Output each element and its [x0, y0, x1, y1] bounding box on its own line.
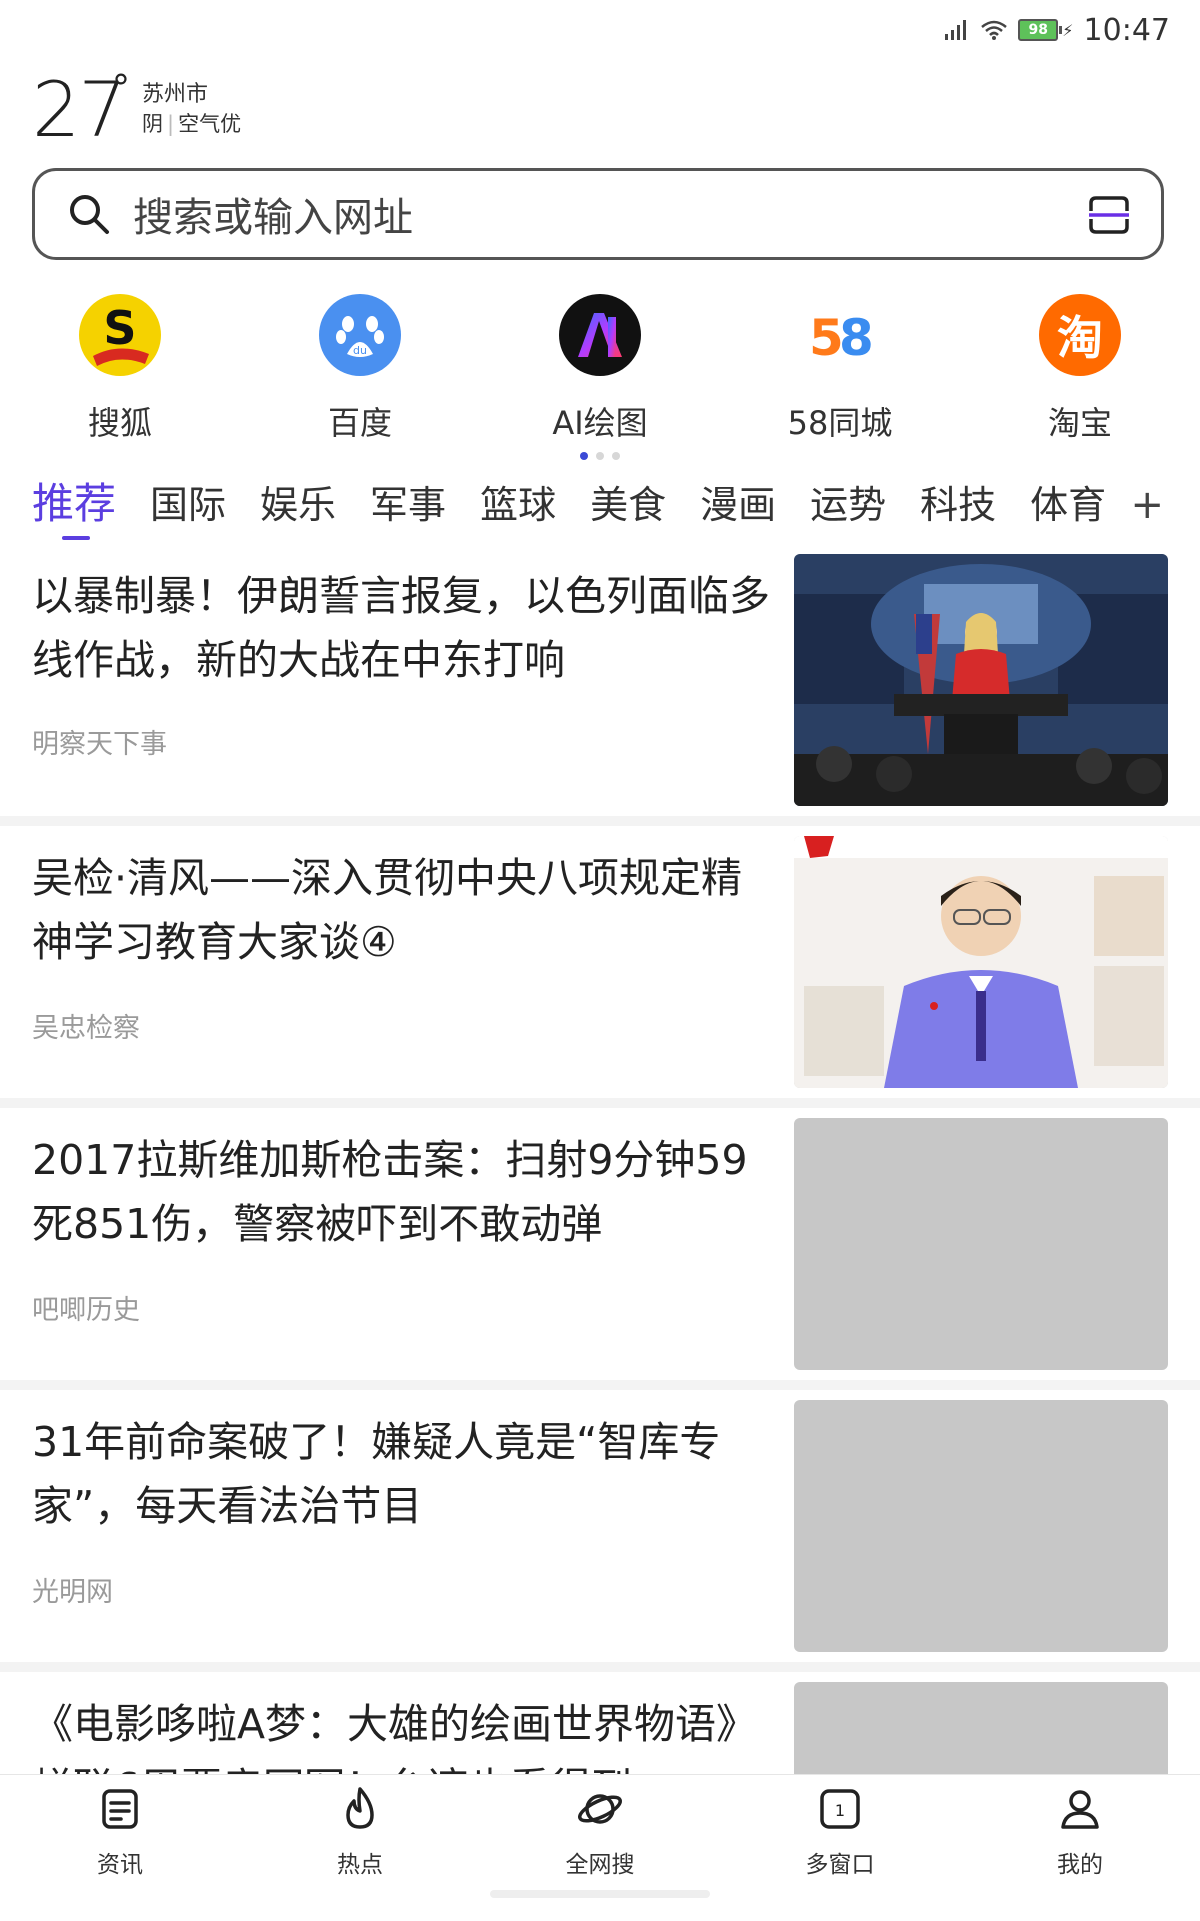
nav-label: 热点 — [337, 1852, 383, 1878]
app-label: 搜狐 — [87, 404, 152, 442]
news-item[interactable]: 《电影哆啦A梦：大雄的绘画世界物语》蝉联6周票房冠军！台湾也看得到 — [0, 1682, 1200, 1774]
news-item[interactable]: 以暴制暴！伊朗誓言报复，以色列面临多线作战，新的大战在中东打响 明察天下事 — [0, 554, 1200, 806]
nav-label: 我的 — [1057, 1852, 1103, 1878]
news-title[interactable]: 2017拉斯维加斯枪击案：扫射9分钟59死851伤，警察被吓到不敢动弹 — [32, 1128, 780, 1256]
tab-food[interactable]: 美食 — [590, 475, 666, 535]
svg-text:8: 8 — [839, 309, 874, 365]
flame-icon — [346, 1787, 374, 1829]
degree-symbol: ° — [112, 68, 130, 109]
tab-fortune[interactable]: 运势 — [810, 475, 886, 535]
app-taobao[interactable]: 淘 淘宝 — [1000, 294, 1160, 444]
temperature: 27 — [32, 65, 127, 154]
tab-international[interactable]: 国际 — [150, 475, 226, 535]
news-source: 明察天下事 — [32, 729, 167, 760]
news-item[interactable]: 2017拉斯维加斯枪击案：扫射9分钟59死851伤，警察被吓到不敢动弹 吧唧历史 — [0, 1118, 1200, 1370]
news-source: 吧唧历史 — [32, 1295, 140, 1326]
ai-draw-icon — [559, 294, 641, 376]
quick-apps: S 搜狐 du 百度 AI绘图 5 8 58同城 淘 淘宝 — [0, 294, 1200, 444]
planet-icon — [578, 1794, 622, 1824]
clock: 10:47 — [1083, 12, 1170, 48]
app-label: AI绘图 — [552, 404, 648, 442]
search-icon — [70, 195, 109, 234]
tab-tech[interactable]: 科技 — [920, 475, 996, 535]
nav-label: 资讯 — [97, 1852, 143, 1878]
news-title[interactable]: 吴检·清风——深入贯彻中央八项规定精神学习教育大家谈④ — [32, 846, 780, 974]
tab-military[interactable]: 军事 — [370, 475, 446, 535]
app-label: 58同城 — [787, 404, 893, 442]
page-dot — [596, 452, 604, 460]
divider — [0, 1380, 1200, 1390]
weather-cond-text: 阴 — [142, 112, 163, 136]
add-category-button[interactable]: + — [1130, 482, 1164, 528]
app-58[interactable]: 5 8 58同城 — [760, 294, 920, 444]
weather-condition: 阴 | 空气优 — [142, 112, 242, 136]
person-icon — [1061, 1790, 1099, 1829]
news-title[interactable]: 以暴制暴！伊朗誓言报复，以色列面临多线作战，新的大战在中东打响 — [32, 564, 780, 692]
tab-basketball[interactable]: 篮球 — [480, 475, 556, 535]
sohu-icon: S — [79, 294, 161, 376]
divider — [0, 816, 1200, 826]
nav-hot[interactable]: 热点 — [280, 1785, 440, 1879]
status-bar: 98 ⚡ 10:47 — [0, 0, 1200, 60]
city-name: 苏州市 — [142, 82, 209, 107]
wifi-icon — [981, 20, 1008, 40]
nav-label: 全网搜 — [565, 1852, 635, 1878]
news-icon — [102, 1789, 138, 1829]
svg-text:du: du — [353, 344, 367, 357]
svg-text:S: S — [103, 301, 136, 355]
nav-windows[interactable]: 1 多窗口 — [760, 1785, 920, 1879]
news-thumbnail[interactable] — [794, 836, 1168, 1088]
app-baidu[interactable]: du 百度 — [280, 294, 440, 444]
signal-icon — [945, 20, 967, 40]
news-source: 光明网 — [32, 1577, 113, 1608]
air-quality-text: 空气优 — [178, 112, 242, 136]
58-icon: 5 8 — [799, 294, 881, 376]
scan-icon[interactable] — [1087, 195, 1131, 235]
taobao-icon: 淘 — [1039, 294, 1121, 376]
category-tabs: 推荐 国际 娱乐 军事 篮球 美食 漫画 运势 科技 体育 — [32, 474, 1142, 544]
news-title[interactable]: 31年前命案破了！嫌疑人竟是“智库专家”，每天看法治节目 — [32, 1410, 780, 1538]
baidu-icon: du — [319, 294, 401, 376]
windows-icon: 1 — [820, 1789, 860, 1829]
app-label: 百度 — [327, 404, 392, 442]
news-thumbnail-placeholder[interactable] — [794, 1682, 1168, 1774]
home-indicator[interactable] — [490, 1890, 710, 1898]
news-thumbnail-placeholder[interactable] — [794, 1400, 1168, 1652]
tab-recommend[interactable]: 推荐 — [32, 474, 116, 540]
news-item[interactable]: 吴检·清风——深入贯彻中央八项规定精神学习教育大家谈④ 吴忠检察 — [0, 836, 1200, 1088]
app-ai-draw[interactable]: AI绘图 — [520, 294, 680, 444]
charging-icon: ⚡ — [1062, 20, 1074, 40]
bottom-navigation: 资讯 热点 全网搜 1 多窗口 我的 — [0, 1774, 1200, 1921]
tab-sports[interactable]: 体育 — [1030, 475, 1106, 535]
battery-level: 98 — [1018, 19, 1059, 41]
battery-indicator: 98 ⚡ — [1018, 19, 1074, 41]
search-input[interactable]: 搜索或输入网址 — [133, 185, 413, 243]
tab-comics[interactable]: 漫画 — [700, 475, 776, 535]
news-thumbnail-placeholder[interactable] — [794, 1118, 1168, 1370]
news-thumbnail[interactable] — [794, 554, 1168, 806]
search-bar[interactable]: 搜索或输入网址 — [32, 168, 1164, 260]
page-indicator — [0, 452, 1200, 460]
divider — [0, 1662, 1200, 1672]
nav-label: 多窗口 — [805, 1852, 875, 1878]
page-dot — [580, 452, 588, 460]
nav-me[interactable]: 我的 — [1000, 1785, 1160, 1879]
app-label: 淘宝 — [1047, 404, 1112, 442]
page-dot — [612, 452, 620, 460]
divider — [0, 1098, 1200, 1108]
tab-entertainment[interactable]: 娱乐 — [260, 475, 336, 535]
nav-web-search[interactable]: 全网搜 — [520, 1785, 680, 1879]
window-count: 1 — [835, 1801, 845, 1820]
news-item[interactable]: 31年前命案破了！嫌疑人竟是“智库专家”，每天看法治节目 光明网 — [0, 1400, 1200, 1652]
nav-news[interactable]: 资讯 — [40, 1785, 200, 1879]
news-source: 吴忠检察 — [32, 1013, 140, 1044]
app-sohu[interactable]: S 搜狐 — [40, 294, 200, 444]
news-title[interactable]: 《电影哆啦A梦：大雄的绘画世界物语》蝉联6周票房冠军！台湾也看得到 — [32, 1692, 780, 1774]
